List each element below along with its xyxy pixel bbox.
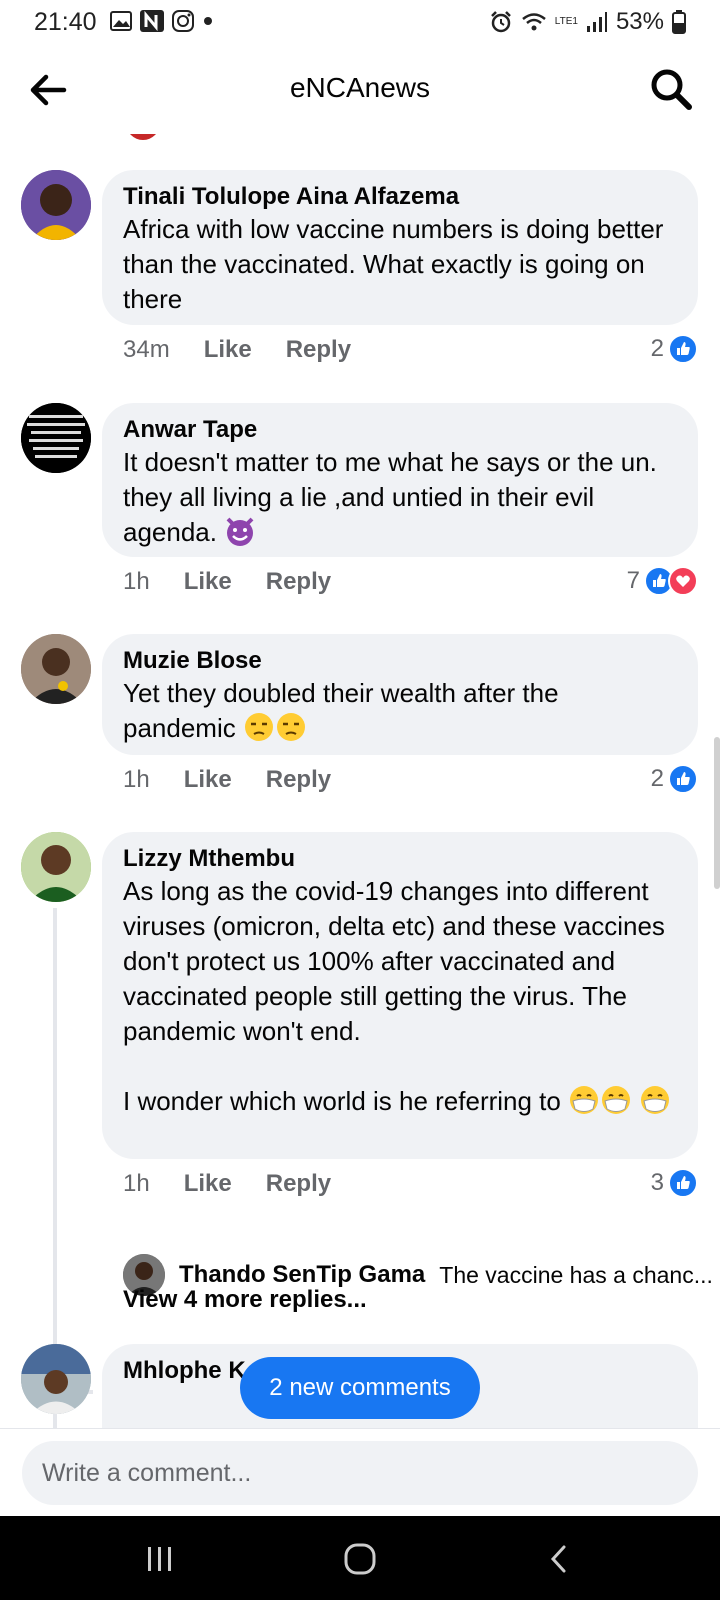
comments-feed[interactable]: Tinali Tolulope Aina Alfazema Africa wit… (0, 134, 720, 1428)
face-with-medical-mask-emoji (641, 1086, 670, 1114)
search-icon (651, 69, 692, 110)
reaction-summary[interactable]: 3 (651, 1168, 698, 1198)
comment-composer (0, 1428, 720, 1516)
comment-author[interactable]: Tinali Tolulope Aina Alfazema (123, 182, 678, 212)
system-nav-bar (0, 1516, 720, 1600)
gallery-icon (110, 11, 132, 31)
reaction-count: 2 (650, 335, 664, 362)
reaction-count: 3 (650, 1169, 664, 1196)
comment-author[interactable]: Muzie Blose (123, 646, 678, 676)
partial-avatar (126, 134, 160, 140)
battery-level: 53% (615, 8, 664, 35)
reply-button[interactable]: Reply (266, 766, 331, 794)
reply-button[interactable]: Reply (266, 1170, 331, 1198)
face-with-medical-mask-emoji (602, 1086, 631, 1114)
app-header: eNCAnews (0, 46, 720, 134)
face-with-medical-mask-emoji (570, 1086, 599, 1114)
comment-actions: 34m Like Reply (123, 336, 351, 364)
comment-time[interactable]: 34m (123, 336, 170, 364)
dot-icon (204, 17, 212, 25)
network-label: LTE1 (554, 16, 578, 27)
smiling-devil-emoji (226, 517, 254, 546)
comment-author[interactable]: Anwar Tape (123, 415, 678, 445)
comment-time[interactable]: 1h (123, 766, 150, 794)
comment-author[interactable]: Lizzy Mthembu (123, 844, 678, 874)
new-comments-button[interactable]: 2 new comments (240, 1357, 480, 1419)
reaction-count: 2 (650, 765, 664, 792)
wifi-icon (521, 13, 546, 31)
thumbs-up-icon (668, 1168, 698, 1198)
like-button[interactable]: Like (184, 568, 232, 596)
like-button[interactable]: Like (184, 766, 232, 794)
battery-icon (672, 10, 686, 34)
status-time: 21:40 (34, 8, 97, 36)
comment-actions: 1h Like Reply (123, 1170, 331, 1198)
avatar[interactable] (21, 1344, 91, 1414)
page-title: eNCAnews (289, 72, 431, 103)
scrollbar[interactable] (714, 737, 720, 889)
chevron-left-icon (550, 1545, 566, 1573)
signal-icon (586, 12, 607, 32)
status-bar: 21:40 LTE1 53% (0, 0, 720, 46)
reaction-summary[interactable]: 7 (627, 566, 698, 596)
reaction-count: 7 (626, 567, 640, 594)
unamused-face-emoji (276, 713, 305, 741)
back-nav-button[interactable] (537, 1536, 583, 1582)
home-button[interactable] (337, 1536, 383, 1582)
comment-bubble[interactable]: Lizzy Mthembu As long as the covid-19 ch… (102, 832, 698, 1159)
avatar[interactable] (21, 403, 91, 473)
comment-bubble[interactable]: Muzie Blose Yet they doubled their wealt… (102, 634, 698, 755)
like-button[interactable]: Like (204, 336, 252, 364)
avatar[interactable] (21, 170, 91, 240)
reaction-summary[interactable]: 2 (651, 764, 698, 794)
comment-text: As long as the covid-19 changes into dif… (123, 876, 665, 1116)
comment-bubble[interactable]: Tinali Tolulope Aina Alfazema Africa wit… (102, 170, 698, 325)
reply-text: The vaccine has a chanc... (439, 1261, 713, 1288)
thumbs-up-icon (668, 334, 698, 364)
alarm-icon (490, 11, 511, 33)
avatar[interactable] (21, 634, 91, 704)
unamused-face-emoji (244, 713, 273, 741)
reply-author[interactable]: Thando SenTip Gama (179, 1261, 425, 1289)
comment-time[interactable]: 1h (123, 1170, 150, 1198)
comment-input[interactable] (22, 1441, 698, 1505)
reply-button[interactable]: Reply (266, 568, 331, 596)
home-icon (344, 1543, 376, 1575)
like-button[interactable]: Like (184, 1170, 232, 1198)
heart-icon (668, 566, 698, 596)
avatar[interactable] (21, 832, 91, 902)
comment-actions: 1h Like Reply (123, 766, 331, 794)
search-button[interactable] (648, 66, 694, 112)
thumbs-up-icon (668, 764, 698, 794)
comment-text: It doesn't matter to me what he says or … (123, 447, 657, 547)
recent-apps-icon (148, 1547, 171, 1571)
recent-apps-button[interactable] (137, 1536, 183, 1582)
comment-actions: 1h Like Reply (123, 568, 331, 596)
comment-text: Yet they doubled their wealth after the … (123, 678, 559, 743)
comment-time[interactable]: 1h (123, 568, 150, 596)
instagram-icon (172, 10, 194, 32)
comment-bubble[interactable]: Anwar Tape It doesn't matter to me what … (102, 403, 698, 557)
n-app-icon (140, 10, 164, 32)
comment-text: Africa with low vaccine numbers is doing… (123, 214, 664, 314)
reaction-summary[interactable]: 2 (651, 334, 698, 364)
view-more-replies-link[interactable]: View 4 more replies... (123, 1286, 367, 1314)
reply-button[interactable]: Reply (286, 336, 351, 364)
